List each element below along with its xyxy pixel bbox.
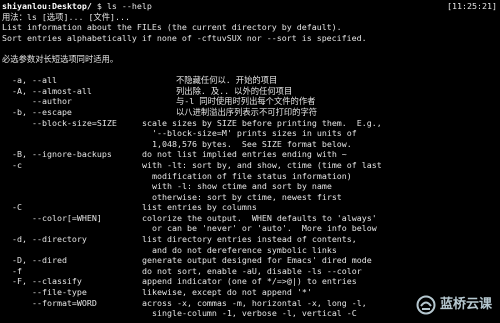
option-flag: --color[=WHEN] <box>2 212 102 223</box>
option-row: -b, --escape 以八进制溢出序列表示不可打印的字符 <box>2 107 498 118</box>
option-row: -F, --classify append indicator (one of *… <box>2 276 498 287</box>
option-flag: -C <box>2 202 22 213</box>
option-description: list directory entries instead of conten… <box>142 234 357 245</box>
option-flag: --format=WORD <box>2 297 97 308</box>
option-description: 以八进制溢出序列表示不可打印的字符 <box>176 106 318 117</box>
option-description: scale sizes by SIZE before printing them… <box>142 117 382 128</box>
option-flag: -A, --almost-all <box>2 85 92 96</box>
option-flag: -D, --dired <box>2 255 67 266</box>
option-description: list entries by columns <box>142 202 257 213</box>
option-row: -A, --almost-all 列出除. 及.. 以外的任何项目 <box>2 86 498 97</box>
option-flag: -d, --directory <box>2 234 87 245</box>
option-description: across -x, commas -m, horizontal -x, lon… <box>142 297 367 308</box>
option-flag: -b, --escape <box>2 106 72 117</box>
option-description: single-column -1, verbose -l, vertical -… <box>142 308 357 319</box>
option-row: -a, --all 不隐藏任何以. 开始的项目 <box>2 75 498 86</box>
option-description: 1,048,576 bytes. See SIZE format below. <box>142 138 352 149</box>
option-row: -B, --ignore-backups do not list implied … <box>2 149 498 160</box>
option-row: -f do not sort, enable -aU, disable -ls -… <box>2 266 498 277</box>
option-description: or can be 'never' or 'auto'. More info b… <box>142 223 377 234</box>
option-description: otherwise: sort by ctime, newest first <box>142 191 342 202</box>
option-flag: -a, --all <box>2 75 57 86</box>
option-flag: -c <box>2 159 22 170</box>
option-row: --color[=WHEN] colorize the output. WHEN … <box>2 213 498 224</box>
option-row: -d, --directory list directory entries in… <box>2 234 498 245</box>
option-row: otherwise: sort by ctime, newest first <box>2 192 498 203</box>
option-row: 1,048,576 bytes. See SIZE format below. <box>2 139 498 150</box>
lanqiao-logo-icon <box>416 295 436 315</box>
option-description: do not sort, enable -aU, disable -ls --c… <box>142 265 362 276</box>
option-row: -C list entries by columns <box>2 202 498 213</box>
option-row: modification of file status information) <box>2 171 498 182</box>
option-description: generate output designed for Emacs' dire… <box>142 255 372 266</box>
terminal-window[interactable]: [11:25:21] shiyanlou:Desktop/ $ ls --hel… <box>0 0 500 323</box>
option-description: likewise, except do not append '*' <box>142 287 312 298</box>
watermark: 蓝桥云课 <box>416 295 492 315</box>
intro-line: Sort entries alphabetically if none of -… <box>2 32 367 43</box>
mandatory-note: 必选参数对长短选项同时适用。 <box>2 53 119 64</box>
option-row: and do not dereference symbolic links <box>2 245 498 256</box>
option-row: -c with -lt: sort by, and show, ctime (ti… <box>2 160 498 171</box>
option-flag: --block-size=SIZE <box>2 117 117 128</box>
terminal-output: shiyanlou:Desktop/ $ ls --help 用法：ls [选项… <box>2 1 498 319</box>
intro-line: List information about the FILEs (the cu… <box>2 22 342 33</box>
option-row: '--block-size=M' prints sizes in units o… <box>2 128 498 139</box>
option-description: colorize the output. WHEN defaults to 'a… <box>142 212 377 223</box>
usage-line: 用法：ls [选项]... [文件]... <box>2 11 131 22</box>
prompt-command: ls --help <box>106 1 152 11</box>
watermark-text: 蓝桥云课 <box>439 296 492 312</box>
prompt-symbol: $ <box>91 1 107 11</box>
option-description: modification of file status information) <box>142 170 352 181</box>
option-row: --block-size=SIZE scale sizes by SIZE bef… <box>2 118 498 129</box>
prompt-path: Desktop/ <box>51 1 92 11</box>
option-description: with -l: show ctime and sort by name <box>142 181 332 192</box>
option-description: do not list implied entries ending with … <box>142 149 347 160</box>
option-description: 与-l 同时使用时列出每个文件的作者 <box>176 96 316 107</box>
option-description: '--block-size=M' prints sizes in units o… <box>142 128 357 139</box>
option-flag: -B, --ignore-backups <box>2 149 112 160</box>
option-flag: --file-type <box>2 287 87 298</box>
option-flag: -F, --classify <box>2 276 82 287</box>
option-description: with -lt: sort by, and show, ctime (time… <box>142 159 382 170</box>
option-row: or can be 'never' or 'auto'. More info b… <box>2 223 498 234</box>
prompt-line: shiyanlou:Desktop/ $ ls --help <box>2 1 498 12</box>
option-description: and do not dereference symbolic links <box>142 244 337 255</box>
prompt-user-host: shiyanlou: <box>2 1 52 11</box>
option-row: -D, --dired generate output designed for … <box>2 255 498 266</box>
option-description: 不隐藏任何以. 开始的项目 <box>176 75 278 86</box>
options-list: -a, --all 不隐藏任何以. 开始的项目 -A, --almost-all 列… <box>2 75 498 319</box>
option-description: append indicator (one of */=>@|) to entr… <box>142 276 357 287</box>
option-description: 列出除. 及.. 以外的任何项目 <box>176 85 293 96</box>
option-row: --author 与-l 同时使用时列出每个文件的作者 <box>2 96 498 107</box>
option-row: with -l: show ctime and sort by name <box>2 181 498 192</box>
option-flag: -f <box>2 265 22 276</box>
option-flag: --author <box>2 96 72 107</box>
